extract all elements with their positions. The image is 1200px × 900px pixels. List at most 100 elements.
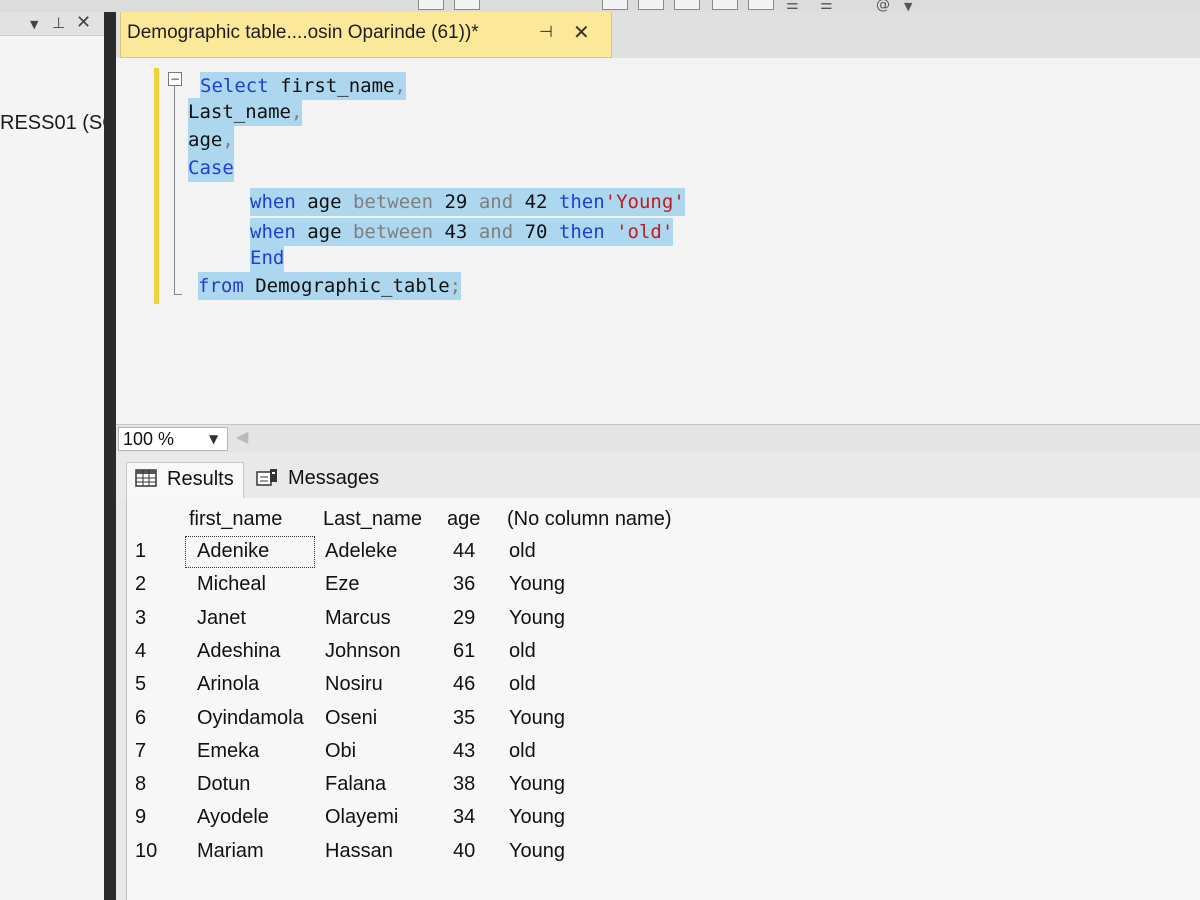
- cell-last-name[interactable]: Oseni: [325, 707, 377, 730]
- cell-category[interactable]: Young: [509, 607, 565, 630]
- code-line[interactable]: Case: [188, 154, 234, 182]
- row-number[interactable]: 8: [135, 773, 146, 796]
- cell-age[interactable]: 34: [453, 806, 475, 829]
- grid-icon: [135, 469, 157, 487]
- code-line[interactable]: from Demographic_table;: [198, 272, 462, 300]
- zoom-select[interactable]: 100 % ▼: [118, 427, 228, 451]
- code-token: ,: [394, 75, 406, 97]
- code-line[interactable]: when age between 43 and 70 then 'old': [250, 218, 674, 246]
- row-number[interactable]: 5: [135, 673, 146, 696]
- cell-first-name[interactable]: Arinola: [197, 673, 259, 696]
- cell-category[interactable]: Young: [509, 773, 565, 796]
- tab-results[interactable]: Results: [126, 462, 244, 498]
- tab-messages[interactable]: Messages: [248, 462, 388, 498]
- code-token: 'old': [604, 221, 674, 243]
- toolbar-button[interactable]: [418, 0, 444, 10]
- cell-last-name[interactable]: Falana: [325, 773, 386, 796]
- cell-first-name[interactable]: Ayodele: [197, 806, 269, 829]
- cell-age[interactable]: 38: [453, 773, 475, 796]
- toolbar-button[interactable]: [712, 0, 738, 10]
- column-header[interactable]: (No column name): [507, 508, 672, 531]
- cell-last-name[interactable]: Marcus: [325, 607, 391, 630]
- cell-first-name[interactable]: Dotun: [197, 773, 250, 796]
- row-number[interactable]: 3: [135, 607, 146, 630]
- row-number[interactable]: 4: [135, 640, 146, 663]
- row-number[interactable]: 10: [135, 840, 157, 863]
- cell-first-name[interactable]: Oyindamola: [197, 707, 304, 730]
- cell-last-name[interactable]: Nosiru: [325, 673, 383, 696]
- code-token: then: [558, 221, 605, 243]
- cell-category[interactable]: Young: [509, 806, 565, 829]
- cell-last-name[interactable]: Eze: [325, 573, 359, 596]
- cell-first-name[interactable]: Janet: [197, 607, 246, 630]
- zoom-value: 100 %: [123, 429, 175, 449]
- row-number[interactable]: 1: [135, 540, 146, 563]
- cell-category[interactable]: old: [509, 740, 536, 763]
- code-line[interactable]: Select first_name,: [200, 72, 406, 100]
- row-number[interactable]: 2: [135, 573, 146, 596]
- toolbar-button[interactable]: [602, 0, 628, 10]
- toolbar-button[interactable]: [748, 0, 774, 10]
- code-token: and: [478, 191, 514, 213]
- object-explorer: ▼ ⊥ ✕ RESS01 (SC: [0, 12, 117, 900]
- code-token: between: [352, 221, 434, 243]
- column-header[interactable]: first_name: [189, 508, 282, 531]
- cell-first-name[interactable]: Micheal: [197, 573, 266, 596]
- column-header[interactable]: age: [447, 508, 480, 531]
- cell-age[interactable]: 36: [453, 573, 475, 596]
- document-tab-strip: Demographic table....osin Oparinde (61))…: [116, 12, 1200, 58]
- cell-last-name[interactable]: Hassan: [325, 840, 393, 863]
- cell-last-name[interactable]: Olayemi: [325, 806, 398, 829]
- cell-category[interactable]: old: [509, 673, 536, 696]
- row-number[interactable]: 9: [135, 806, 146, 829]
- code-line[interactable]: age,: [188, 126, 234, 154]
- cell-age[interactable]: 44: [453, 540, 475, 563]
- code-line[interactable]: End: [250, 244, 285, 272]
- cell-age[interactable]: 35: [453, 707, 475, 730]
- cell-first-name[interactable]: Adeshina: [197, 640, 280, 663]
- messages-icon: [256, 469, 277, 486]
- cell-category[interactable]: old: [509, 540, 536, 563]
- cell-age[interactable]: 40: [453, 840, 475, 863]
- column-header[interactable]: Last_name: [323, 508, 422, 531]
- cell-first-name[interactable]: Adenike: [197, 540, 269, 563]
- cell-age[interactable]: 29: [453, 607, 475, 630]
- close-icon[interactable]: ✕: [573, 20, 590, 44]
- cell-last-name[interactable]: Johnson: [325, 640, 401, 663]
- object-explorer-header: ▼ ⊥ ✕: [0, 12, 104, 36]
- object-explorer-tree: RESS01 (SC: [0, 36, 117, 900]
- tab-messages-label: Messages: [288, 467, 380, 489]
- cell-first-name[interactable]: Emeka: [197, 740, 259, 763]
- cell-age[interactable]: 46: [453, 673, 475, 696]
- toolbar-button[interactable]: [638, 0, 664, 10]
- code-line[interactable]: when age between 29 and 42 then'Young': [250, 188, 685, 216]
- code-line[interactable]: Last_name,: [188, 98, 303, 126]
- scroll-left-icon[interactable]: ◀: [236, 427, 248, 446]
- cell-last-name[interactable]: Adeleke: [325, 540, 397, 563]
- close-icon[interactable]: ✕: [76, 12, 91, 33]
- row-number[interactable]: 7: [135, 740, 146, 763]
- pin-icon[interactable]: ⊥: [52, 14, 65, 32]
- toolbar-button[interactable]: [454, 0, 480, 10]
- query-tab[interactable]: Demographic table....osin Oparinde (61))…: [120, 12, 612, 58]
- cell-age[interactable]: 43: [453, 740, 475, 763]
- fold-line: [174, 86, 175, 294]
- pin-icon[interactable]: ⊣: [539, 22, 553, 41]
- query-editor[interactable]: − Select first_name, Last_name, age, Cas…: [116, 58, 1200, 424]
- results-grid[interactable]: first_name Last_name age (No column name) 1 A…: [126, 498, 1200, 900]
- cell-first-name[interactable]: Mariam: [197, 840, 264, 863]
- server-node[interactable]: RESS01 (SC: [0, 112, 117, 135]
- chevron-down-icon[interactable]: ▼: [30, 18, 38, 31]
- cell-category[interactable]: Young: [509, 840, 565, 863]
- panel-splitter[interactable]: [104, 12, 116, 900]
- cell-last-name[interactable]: Obi: [325, 740, 356, 763]
- code-token: 29: [433, 191, 479, 213]
- cell-category[interactable]: Young: [509, 707, 565, 730]
- cell-age[interactable]: 61: [453, 640, 475, 663]
- toolbar-button[interactable]: [674, 0, 700, 10]
- cell-category[interactable]: Young: [509, 573, 565, 596]
- code-token: and: [478, 221, 514, 243]
- cell-category[interactable]: old: [509, 640, 536, 663]
- row-number[interactable]: 6: [135, 707, 146, 730]
- collapse-icon[interactable]: −: [168, 72, 182, 86]
